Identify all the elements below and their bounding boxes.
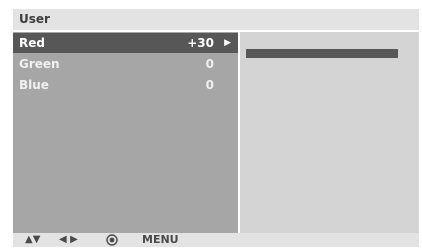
menu-item-green[interactable]: Green 0 xyxy=(13,54,238,74)
user-color-menu: User Red +30 ▶ Green 0 Blue 0 ▲▼ ◀ ▶ MEN… xyxy=(13,9,419,247)
menu-title: User xyxy=(13,9,419,30)
menu-item-label: Red xyxy=(19,36,45,50)
button-hint-bar: ▲▼ ◀ ▶ MENU xyxy=(13,233,419,247)
menu-item-value: 0 xyxy=(205,78,214,92)
ok-circle-icon xyxy=(106,234,118,246)
menu-item-value: +30 xyxy=(187,36,214,50)
level-bar-fill xyxy=(246,49,398,58)
menu-item-red[interactable]: Red +30 ▶ xyxy=(13,33,238,53)
menu-item-value: 0 xyxy=(205,57,214,71)
right-arrow-icon: ▶ xyxy=(224,38,231,48)
menu-item-label: Blue xyxy=(19,78,49,92)
adjustment-panel xyxy=(240,32,419,237)
menu-item-label: Green xyxy=(19,57,60,71)
up-down-arrows-icon: ▲▼ xyxy=(25,234,41,245)
left-right-arrows-icon: ◀ ▶ xyxy=(59,234,78,245)
level-bar[interactable] xyxy=(246,49,398,58)
menu-item-blue[interactable]: Blue 0 xyxy=(13,75,238,95)
settings-list: Red +30 ▶ Green 0 Blue 0 xyxy=(13,32,238,237)
menu-hint-label: MENU xyxy=(142,233,179,246)
